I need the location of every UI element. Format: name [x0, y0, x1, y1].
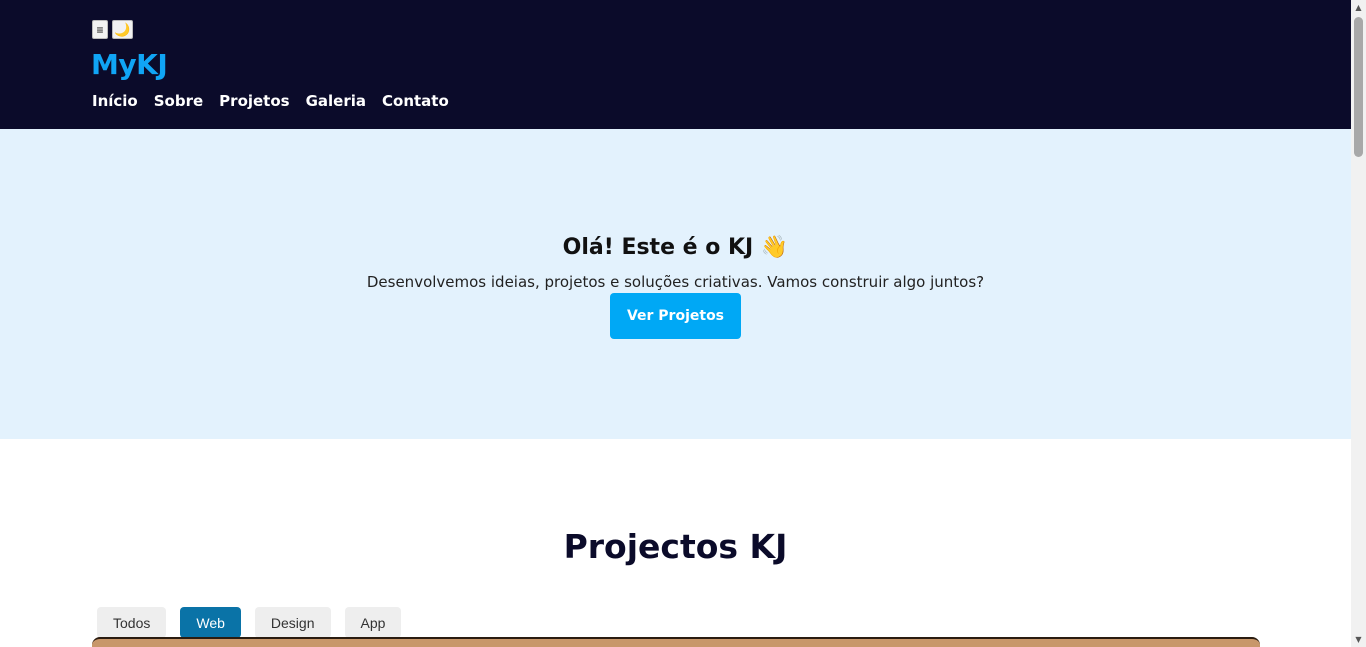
- main-nav: Início Sobre Projetos Galeria Contato: [92, 92, 449, 110]
- filter-app-button[interactable]: App: [344, 607, 402, 638]
- site-logo[interactable]: MyKJ: [91, 48, 168, 81]
- projects-title: Projectos KJ: [563, 527, 788, 566]
- page: ≡ 🌙 MyKJ Início Sobre Projetos Galeria C…: [0, 0, 1351, 647]
- header-icons: ≡ 🌙: [92, 20, 133, 39]
- nav-link-sobre[interactable]: Sobre: [154, 92, 203, 110]
- nav-link-contato[interactable]: Contato: [382, 92, 449, 110]
- hero-title-text: Olá! Este é o KJ: [562, 235, 754, 260]
- site-header: ≡ 🌙 MyKJ Início Sobre Projetos Galeria C…: [0, 0, 1351, 129]
- waving-hand-icon: 👋: [760, 235, 789, 260]
- nav-link-galeria[interactable]: Galeria: [306, 92, 366, 110]
- hero-title: Olá! Este é o KJ 👋: [0, 235, 1351, 260]
- nav-link-inicio[interactable]: Início: [92, 92, 138, 110]
- dark-mode-toggle-icon[interactable]: 🌙: [112, 20, 133, 39]
- project-filters: Todos Web Design App: [97, 607, 402, 638]
- filter-todos-button[interactable]: Todos: [97, 607, 167, 638]
- menu-icon[interactable]: ≡: [92, 20, 108, 39]
- view-projects-button[interactable]: Ver Projetos: [610, 293, 741, 339]
- scroll-down-arrow-icon[interactable]: ▼: [1351, 632, 1366, 647]
- project-card-top[interactable]: [92, 637, 1260, 647]
- scroll-up-arrow-icon[interactable]: ▲: [1351, 0, 1366, 15]
- nav-link-projetos[interactable]: Projetos: [219, 92, 289, 110]
- filter-web-button[interactable]: Web: [180, 607, 241, 638]
- hero-subtitle: Desenvolvemos ideias, projetos e soluçõe…: [366, 273, 985, 291]
- hero-section: Olá! Este é o KJ 👋 Desenvolvemos ideias,…: [0, 129, 1351, 439]
- scroll-thumb[interactable]: [1354, 17, 1363, 157]
- page-scrollbar[interactable]: ▲ ▼: [1351, 0, 1366, 647]
- filter-design-button[interactable]: Design: [254, 607, 331, 638]
